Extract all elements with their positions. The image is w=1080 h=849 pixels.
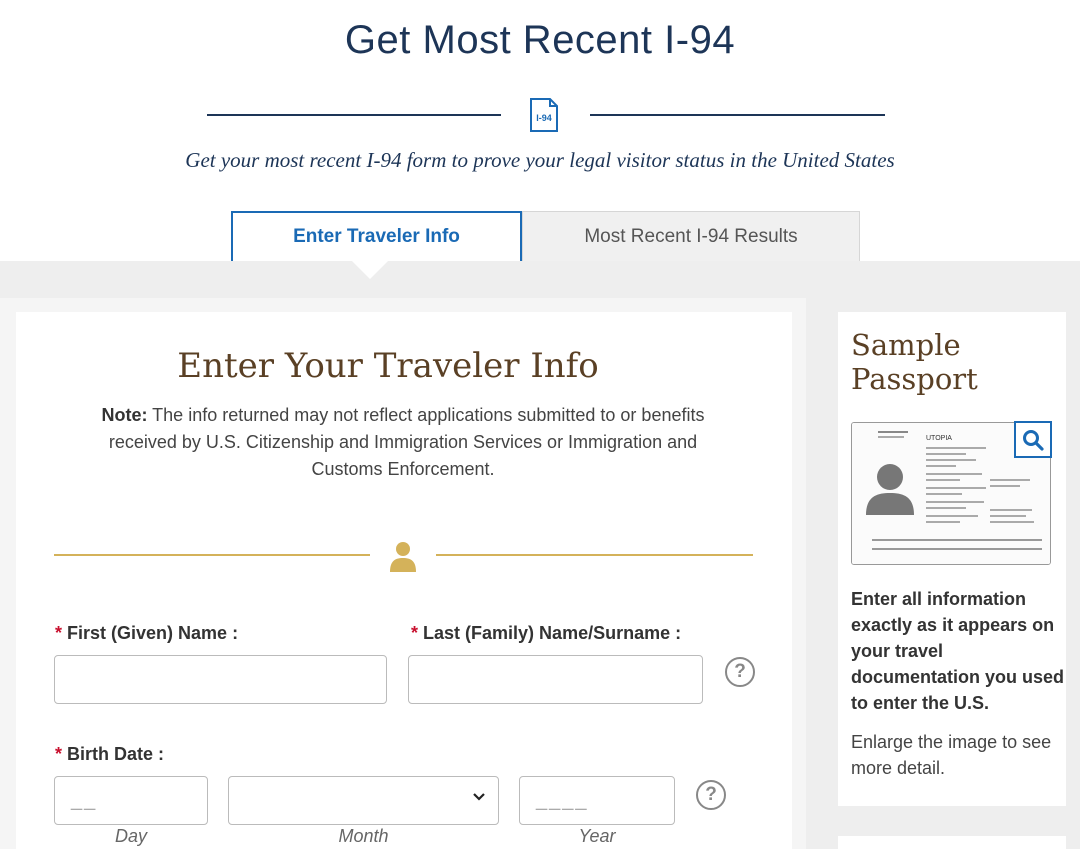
enlarge-passport-button[interactable] [1014, 421, 1052, 458]
birth-day-input[interactable]: __ [54, 776, 208, 825]
search-icon [1023, 429, 1044, 451]
last-name-input[interactable] [408, 655, 703, 704]
sample-passport-title: Sample Passport [851, 328, 978, 396]
enlarge-hint: Enlarge the image to see more detail. [851, 732, 1052, 778]
required-marker: * [55, 744, 63, 764]
active-tab-pointer [352, 261, 388, 279]
svg-text:I-94: I-94 [536, 113, 552, 123]
note-label: Note: [101, 405, 148, 425]
note-text: The info returned may not reflect applic… [108, 405, 705, 479]
tab-enter-traveler-info[interactable]: Enter Traveler Info [231, 211, 522, 261]
section-divider-left [54, 554, 370, 556]
name-help-icon[interactable]: ? [725, 657, 755, 687]
birth-year-input[interactable]: ____ [519, 776, 675, 825]
chevron-down-icon [473, 793, 485, 801]
form-note: Note: The info returned may not reflect … [85, 402, 721, 483]
passport-country: UTOPIA [926, 435, 952, 442]
page-title: Get Most Recent I-94 [344, 18, 736, 62]
year-placeholder: ____ [536, 789, 589, 811]
person-icon [390, 542, 416, 572]
sidebar-next-panel [838, 836, 1066, 849]
first-name-input[interactable] [54, 655, 387, 704]
header-divider-left [207, 114, 501, 116]
required-marker: * [55, 623, 63, 643]
birth-month-select[interactable] [228, 776, 499, 825]
birth-date-help-icon[interactable]: ? [696, 780, 726, 810]
last-name-label: * Last (Family) Name/Surname : [411, 623, 682, 643]
first-name-label: * First (Given) Name : [55, 623, 239, 643]
i94-document-icon: I-94 [530, 98, 558, 132]
required-marker: * [411, 623, 419, 643]
birth-date-label: * Birth Date : [55, 744, 165, 764]
month-label: Month [338, 826, 389, 846]
traveler-info-panel [16, 312, 792, 849]
page-subtitle: Get your most recent I-94 form to prove … [185, 148, 895, 172]
header-divider-right [590, 114, 885, 116]
passport-instructions: Enter all information exactly as it appe… [851, 589, 1065, 713]
form-title: Enter Your Traveler Info [177, 346, 599, 386]
section-divider-right [436, 554, 753, 556]
tab-most-recent-i94-results[interactable]: Most Recent I-94 Results [522, 211, 860, 261]
year-label: Year [578, 826, 616, 846]
day-label: Day [114, 826, 147, 846]
day-placeholder: __ [71, 789, 98, 811]
